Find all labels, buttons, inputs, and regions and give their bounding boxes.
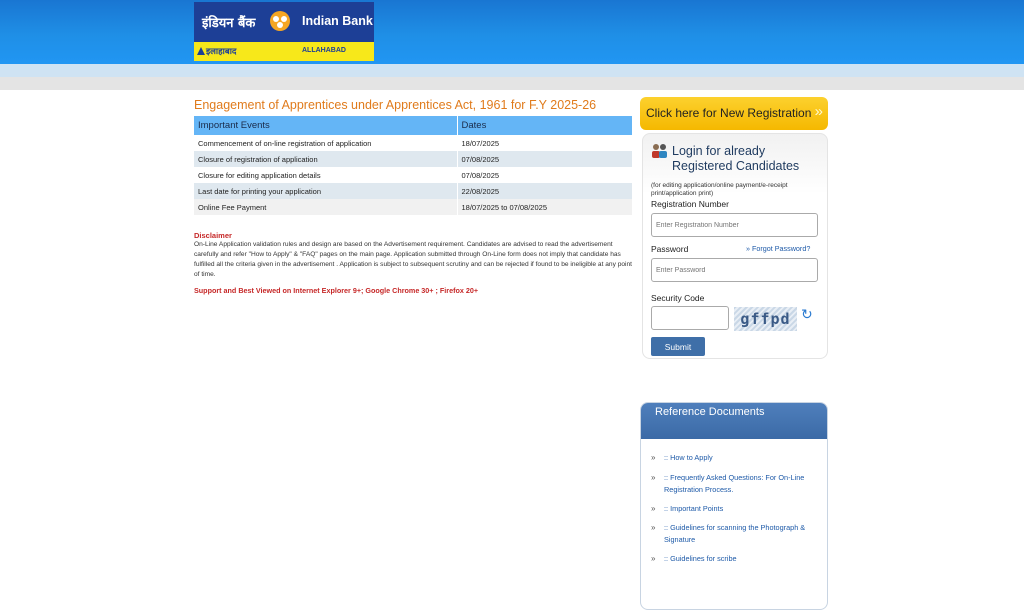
column-header-events: Important Events	[194, 116, 458, 135]
column-header-dates: Dates	[457, 116, 633, 135]
refresh-captcha-icon[interactable]: ↻	[801, 306, 813, 323]
reference-link-text: :: Important Points	[664, 504, 724, 513]
table-row: Online Fee Payment 18/07/2025 to 07/08/2…	[194, 199, 633, 215]
reference-link-text: :: Frequently Asked Questions: For On-Li…	[664, 473, 805, 494]
submit-button[interactable]: Submit	[651, 337, 705, 356]
reference-link-text: :: Guidelines for scanning the Photograp…	[664, 523, 806, 544]
header-band-grey	[0, 77, 1024, 90]
logo-english-text: Indian Bank	[302, 14, 373, 28]
table-row: Closure of registration of application 0…	[194, 151, 633, 167]
registration-number-input[interactable]	[651, 213, 818, 237]
bullet-chevron-icon: »	[651, 523, 656, 532]
disclaimer-text: On-Line Application validation rules and…	[194, 241, 633, 278]
date-cell: 07/08/2025	[457, 151, 633, 167]
event-cell: Commencement of on-line registration of …	[194, 135, 458, 151]
password-input[interactable]	[651, 258, 818, 282]
bullet-chevron-icon: »	[651, 504, 656, 513]
reference-header: Reference Documents	[641, 403, 827, 439]
reference-link-photo-guidelines[interactable]: » :: Guidelines for scanning the Photogr…	[651, 522, 819, 546]
users-icon	[652, 144, 667, 158]
sun-logo-icon	[270, 11, 290, 31]
event-cell: Closure of registration of application	[194, 151, 458, 167]
password-label: Password	[651, 244, 689, 254]
reference-documents-panel: Reference Documents » :: How to Apply » …	[640, 402, 828, 610]
logo-hindi-text: इंडियन बैंक	[202, 16, 256, 31]
event-cell: Closure for editing application details	[194, 167, 458, 183]
reference-link-text: :: Guidelines for scribe	[664, 554, 737, 563]
logo-allahabad-hindi: इलाहाबाद	[206, 47, 237, 57]
logo-allahabad-english: ALLAHABAD	[302, 47, 346, 54]
browser-support-note: Support and Best Viewed on Internet Expl…	[194, 286, 479, 295]
bullet-chevron-icon: »	[651, 453, 656, 462]
table-row: Closure for editing application details …	[194, 167, 633, 183]
disclaimer-title: Disclaimer	[194, 231, 232, 240]
site-header	[0, 0, 1024, 64]
logo-allahabad-panel: इलाहाबाद ALLAHABAD	[194, 42, 374, 61]
login-panel: Login for already Registered Candidates …	[642, 133, 828, 359]
reference-link-text: :: How to Apply	[664, 453, 713, 462]
registration-number-label: Registration Number	[651, 199, 729, 209]
table-row: Commencement of on-line registration of …	[194, 135, 633, 151]
indian-bank-logo[interactable]: इंडियन बैंक Indian Bank इलाहाबाद ALLAHAB…	[194, 2, 374, 61]
date-cell: 18/07/2025 to 07/08/2025	[457, 199, 633, 215]
reference-link-scribe-guidelines[interactable]: » :: Guidelines for scribe	[651, 553, 819, 565]
bullet-chevron-icon: »	[651, 473, 656, 482]
page-title: Engagement of Apprentices under Apprenti…	[194, 98, 597, 112]
captcha-image: gffpd	[734, 307, 797, 331]
forgot-password-link[interactable]: » Forgot Password?	[746, 244, 810, 253]
allahabad-triangle-icon	[197, 47, 205, 55]
bullet-chevron-icon: »	[651, 554, 656, 563]
reference-link-faq[interactable]: » :: Frequently Asked Questions: For On-…	[651, 472, 819, 496]
table-header-row: Important Events Dates	[194, 116, 633, 135]
logo-top-panel: इंडियन बैंक Indian Bank	[194, 2, 374, 42]
login-title: Login for already Registered Candidates	[672, 144, 800, 173]
new-registration-button[interactable]: Click here for New Registration »	[640, 97, 828, 130]
event-cell: Online Fee Payment	[194, 199, 458, 215]
double-chevron-right-icon: »	[814, 103, 823, 120]
event-cell: Last date for printing your application	[194, 183, 458, 199]
table-row: Last date for printing your application …	[194, 183, 633, 199]
date-cell: 07/08/2025	[457, 167, 633, 183]
security-code-label: Security Code	[651, 293, 705, 303]
new-registration-label: Click here for New Registration	[646, 106, 812, 120]
header-band	[0, 64, 1024, 77]
reference-title: Reference Documents	[655, 406, 765, 418]
date-cell: 22/08/2025	[457, 183, 633, 199]
reference-link-important-points[interactable]: » :: Important Points	[651, 503, 819, 515]
date-cell: 18/07/2025	[457, 135, 633, 151]
important-events-table: Important Events Dates Commencement of o…	[194, 116, 633, 215]
security-code-input[interactable]	[651, 306, 729, 330]
login-subtitle: (for editing application/online payment/…	[651, 182, 788, 197]
reference-link-how-to-apply[interactable]: » :: How to Apply	[651, 452, 819, 464]
